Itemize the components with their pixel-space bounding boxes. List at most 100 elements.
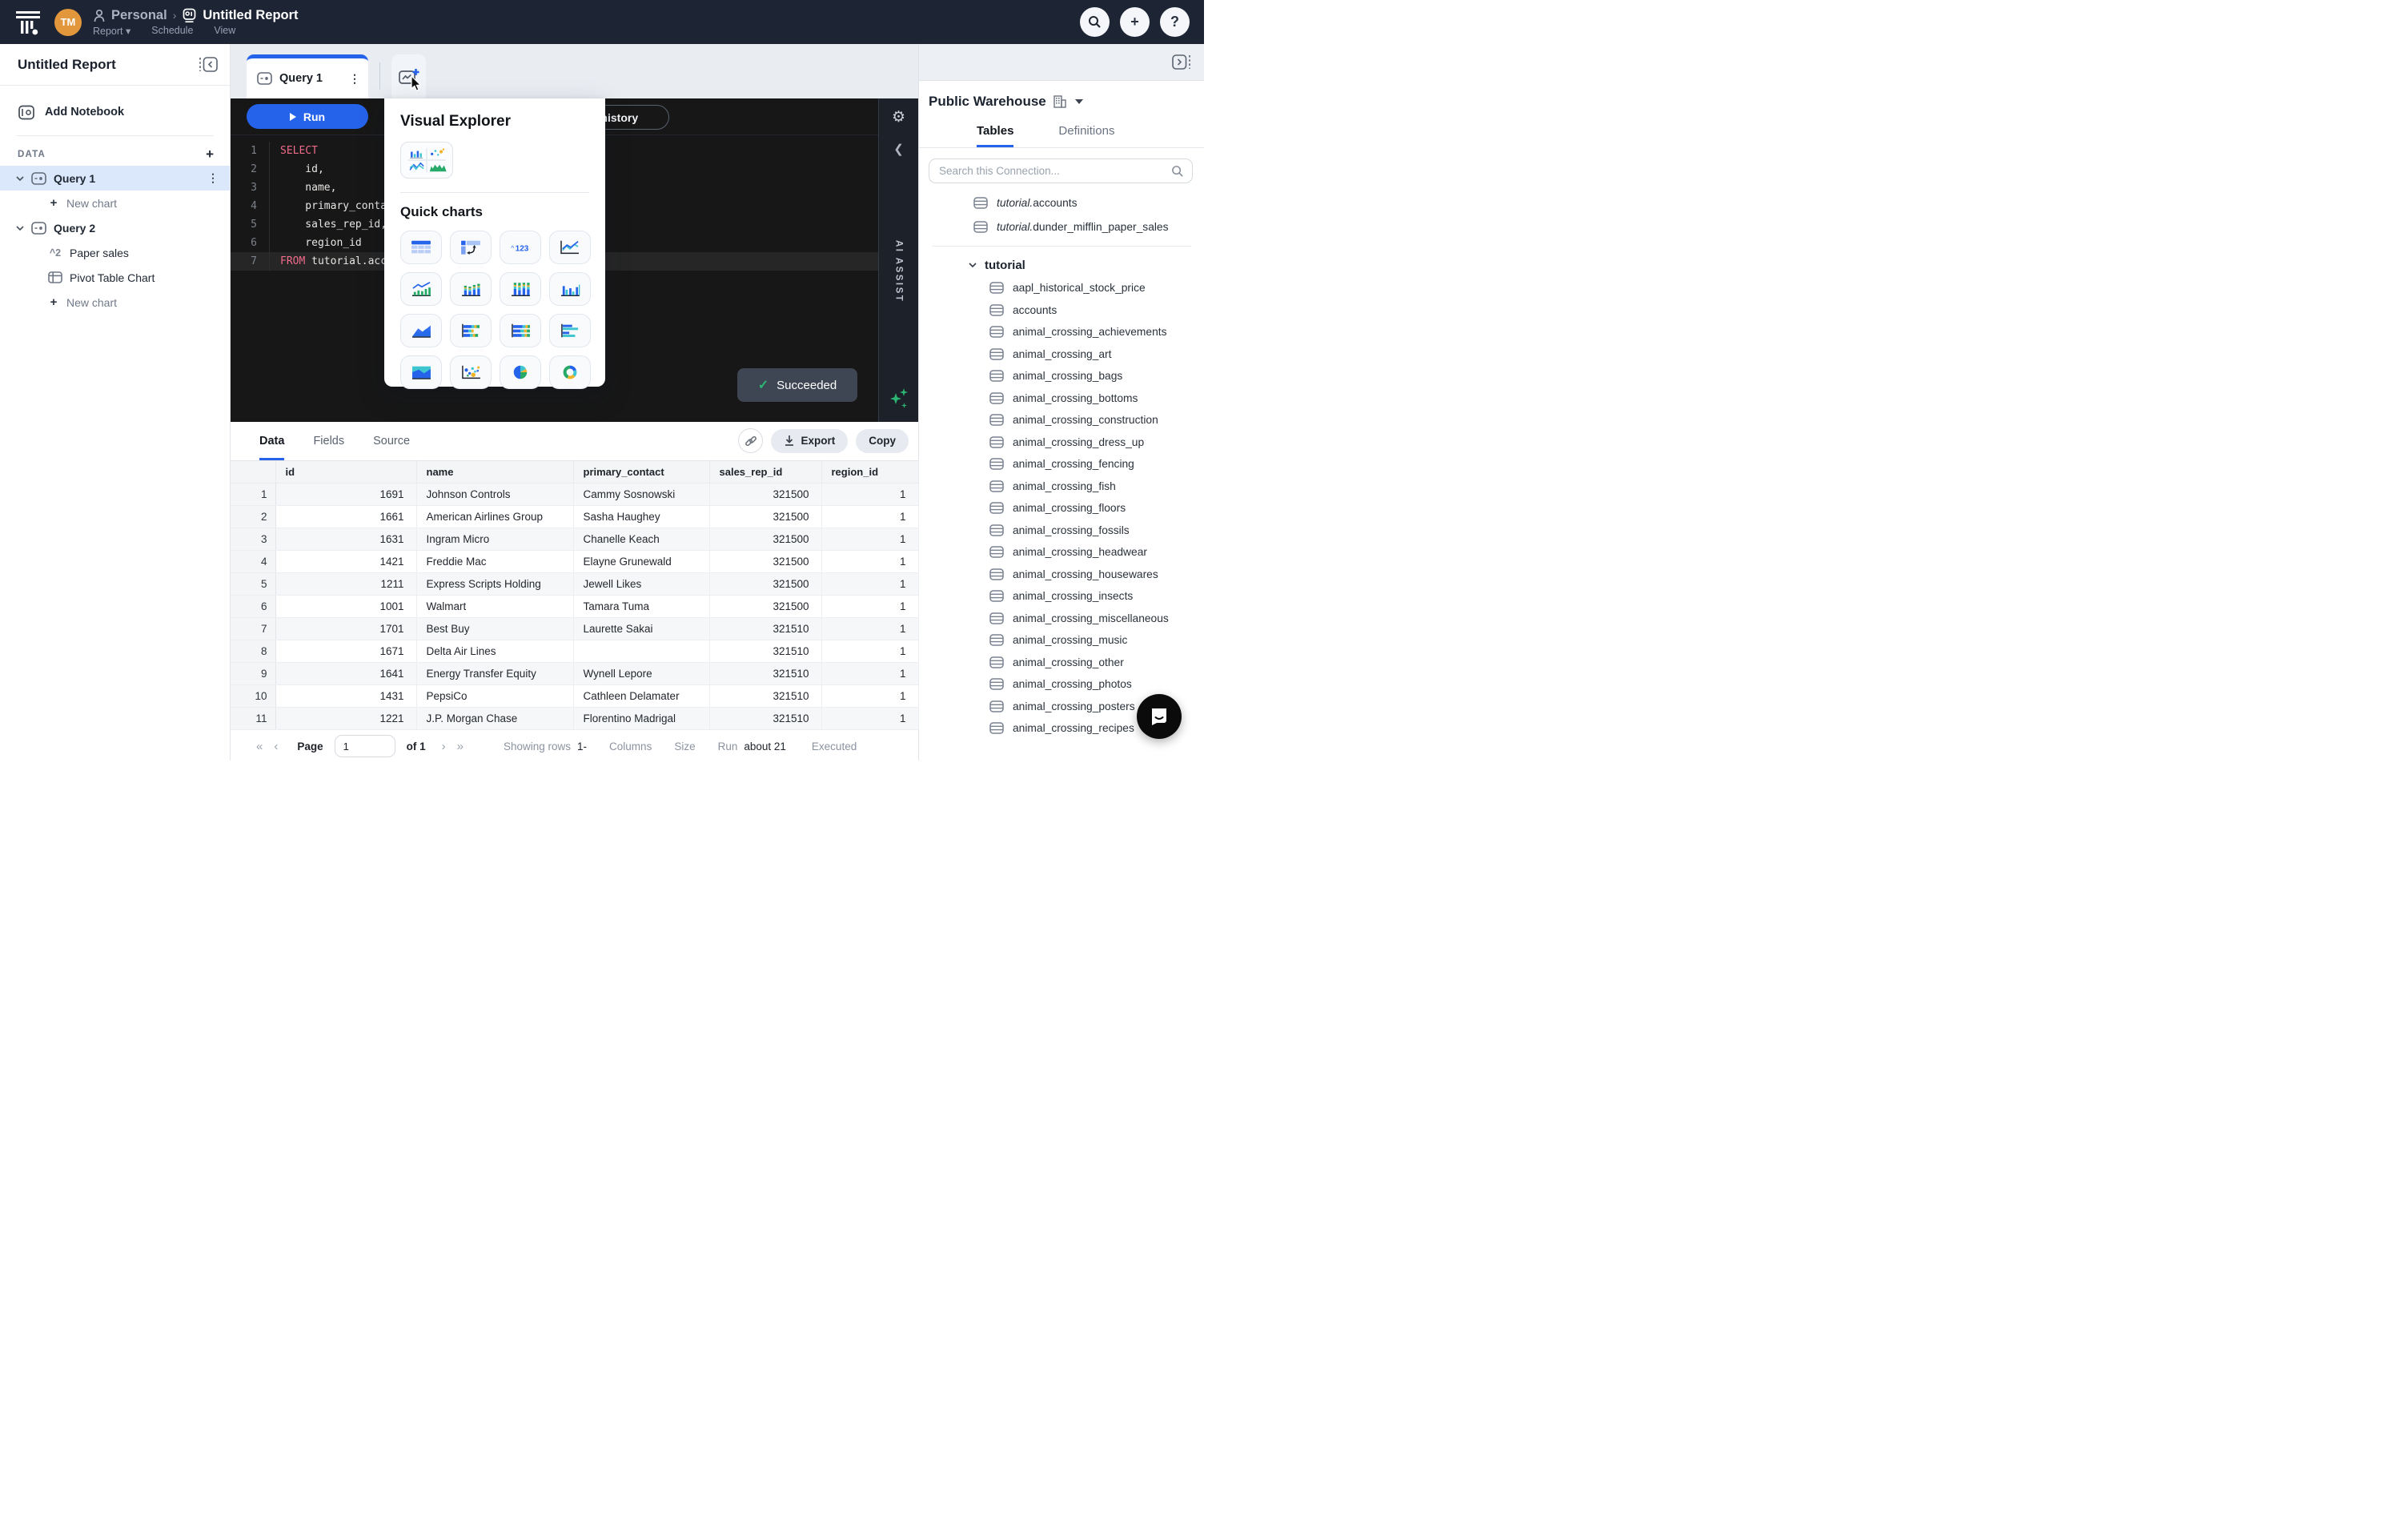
query1-label: Query 1 (54, 172, 95, 185)
table-list-item[interactable]: animal_crossing_art (919, 343, 1204, 366)
next-page-icon[interactable]: › (442, 740, 446, 753)
table-list-item[interactable]: aapl_historical_stock_price (919, 277, 1204, 299)
tab-definitions[interactable]: Definitions (1058, 114, 1114, 147)
quick-chart-area-button[interactable] (400, 314, 442, 347)
pinned-table-item[interactable]: tutorial.dunder_mifflin_paper_sales (919, 215, 1204, 238)
table-row[interactable]: 1 1691 Johnson Controls Cammy Sosnowski … (231, 484, 918, 506)
quick-chart-pie-button[interactable] (500, 355, 541, 389)
table-list-item[interactable]: animal_crossing_bottoms (919, 387, 1204, 410)
quick-chart-stacked-bar-100-button[interactable] (500, 314, 541, 347)
sidebar-item-new-chart-2[interactable]: + New chart (0, 290, 230, 315)
table-row[interactable]: 9 1641 Energy Transfer Equity Wynell Lep… (231, 663, 918, 685)
new-chart-tab-button[interactable] (391, 54, 426, 98)
table-list-item[interactable]: animal_crossing_construction (919, 409, 1204, 431)
run-button[interactable]: Run (247, 104, 368, 129)
table-list-item[interactable]: animal_crossing_photos (919, 673, 1204, 696)
collapse-right-panel-icon[interactable] (1171, 54, 1191, 70)
tab-fields[interactable]: Fields (313, 422, 344, 460)
connection-search[interactable] (929, 159, 1193, 183)
search-button[interactable] (1080, 7, 1110, 37)
tab-menu-icon[interactable]: ⋮ (349, 72, 360, 86)
table-list-item[interactable]: animal_crossing_music (919, 629, 1204, 652)
table-list-item[interactable]: animal_crossing_dress_up (919, 431, 1204, 454)
table-list-item[interactable]: animal_crossing_fencing (919, 453, 1204, 476)
query1-menu-icon[interactable]: ⋮ (207, 171, 219, 185)
quick-chart-line-and-bar-button[interactable] (400, 272, 442, 306)
column-header-name[interactable]: name (416, 461, 573, 484)
quick-chart-stacked-column-100-button[interactable] (500, 272, 541, 306)
quick-chart-area-100-button[interactable] (400, 355, 442, 389)
last-page-icon[interactable]: » (457, 740, 464, 753)
mode-logo-icon[interactable] (13, 8, 43, 37)
sidebar-item-paper-sales[interactable]: ^2 Paper sales (0, 240, 230, 265)
avatar[interactable]: TM (54, 9, 82, 36)
table-row[interactable]: 5 1211 Express Scripts Holding Jewell Li… (231, 573, 918, 596)
tab-source[interactable]: Source (373, 422, 410, 460)
table-list-item[interactable]: animal_crossing_headwear (919, 541, 1204, 564)
table-row[interactable]: 8 1671 Delta Air Lines 321510 1 (231, 640, 918, 663)
schema-group-tutorial[interactable]: tutorial (919, 253, 1204, 277)
column-header-sales-rep-id[interactable]: sales_rep_id (709, 461, 821, 484)
ai-assist-strip[interactable]: ⚙ ❮ AI ASSIST (878, 98, 918, 422)
quick-chart-stacked-column-button[interactable] (450, 272, 492, 306)
column-header-id[interactable]: id (275, 461, 416, 484)
add-data-button[interactable]: + (206, 147, 214, 161)
table-row[interactable]: 6 1001 Walmart Tamara Tuma 321500 1 (231, 596, 918, 618)
table-row[interactable]: 4 1421 Freddie Mac Elayne Grunewald 3215… (231, 551, 918, 573)
sidebar-item-new-chart-1[interactable]: + New chart (0, 191, 230, 215)
visual-explorer-button[interactable] (400, 142, 453, 179)
quick-chart-stacked-bar-button[interactable] (450, 314, 492, 347)
chat-widget-button[interactable] (1137, 694, 1182, 739)
menu-report[interactable]: Report ▾ (93, 25, 130, 37)
table-list-item[interactable]: animal_crossing_bags (919, 365, 1204, 387)
table-row[interactable]: 10 1431 PepsiCo Cathleen Delamater 32151… (231, 685, 918, 708)
page-input[interactable] (335, 735, 395, 757)
quick-chart-donut-button[interactable] (549, 355, 591, 389)
column-header-primary-contact[interactable]: primary_contact (573, 461, 709, 484)
table-list-item[interactable]: animal_crossing_miscellaneous (919, 608, 1204, 630)
new-button[interactable]: + (1120, 7, 1150, 37)
breadcrumb-workspace[interactable]: Personal (111, 8, 167, 23)
status-badge[interactable]: ✓ Succeeded (737, 368, 857, 402)
quick-chart-line-button[interactable] (549, 231, 591, 264)
first-page-icon[interactable]: « (256, 740, 263, 753)
table-list-item[interactable]: animal_crossing_fossils (919, 520, 1204, 542)
table-list-item[interactable]: animal_crossing_insects (919, 585, 1204, 608)
table-row[interactable]: 2 1661 American Airlines Group Sasha Hau… (231, 506, 918, 528)
collapse-left-panel-icon[interactable] (199, 56, 219, 73)
export-button[interactable]: Export (771, 429, 848, 453)
table-row[interactable]: 11 1221 J.P. Morgan Chase Florentino Mad… (231, 708, 918, 730)
gear-icon[interactable]: ⚙ (892, 108, 905, 130)
add-notebook-button[interactable]: Add Notebook (0, 98, 230, 126)
connection-search-input[interactable] (939, 165, 1171, 177)
tab-data[interactable]: Data (259, 422, 284, 460)
menu-schedule[interactable]: Schedule (151, 25, 193, 37)
sidebar-item-pivot-table-chart[interactable]: Pivot Table Chart (0, 265, 230, 290)
quick-chart-pivot-table-button[interactable] (450, 231, 492, 264)
quick-chart-grouped-column-button[interactable] (549, 272, 591, 306)
pinned-table-item[interactable]: tutorial.accounts (919, 191, 1204, 214)
table-list-item[interactable]: animal_crossing_floors (919, 497, 1204, 520)
menu-view[interactable]: View (214, 25, 235, 37)
tab-query1[interactable]: Query 1 ⋮ (247, 54, 368, 98)
column-header-region-id[interactable]: region_id (821, 461, 918, 484)
prev-page-icon[interactable]: ‹ (274, 740, 278, 753)
quick-chart-scatter-button[interactable] (450, 355, 492, 389)
sidebar-item-query2[interactable]: Query 2 (0, 215, 230, 240)
help-button[interactable]: ? (1160, 7, 1190, 37)
quick-chart-big-number-button[interactable]: ^123 (500, 231, 541, 264)
table-list-item[interactable]: animal_crossing_fish (919, 476, 1204, 498)
table-list-item[interactable]: animal_crossing_achievements (919, 321, 1204, 343)
connection-selector[interactable]: Public Warehouse (919, 81, 1204, 114)
share-link-button[interactable] (738, 428, 763, 453)
table-list-item[interactable]: animal_crossing_housewares (919, 564, 1204, 586)
table-row[interactable]: 3 1631 Ingram Micro Chanelle Keach 32150… (231, 528, 918, 551)
table-list-item[interactable]: animal_crossing_other (919, 652, 1204, 674)
tab-tables[interactable]: Tables (977, 114, 1013, 147)
table-row[interactable]: 7 1701 Best Buy Laurette Sakai 321510 1 (231, 618, 918, 640)
quick-chart-table-button[interactable] (400, 231, 442, 264)
sidebar-item-query1[interactable]: Query 1 ⋮ (0, 166, 230, 191)
quick-chart-grouped-bar-button[interactable] (549, 314, 591, 347)
copy-button[interactable]: Copy (856, 429, 909, 453)
table-list-item[interactable]: accounts (919, 299, 1204, 322)
